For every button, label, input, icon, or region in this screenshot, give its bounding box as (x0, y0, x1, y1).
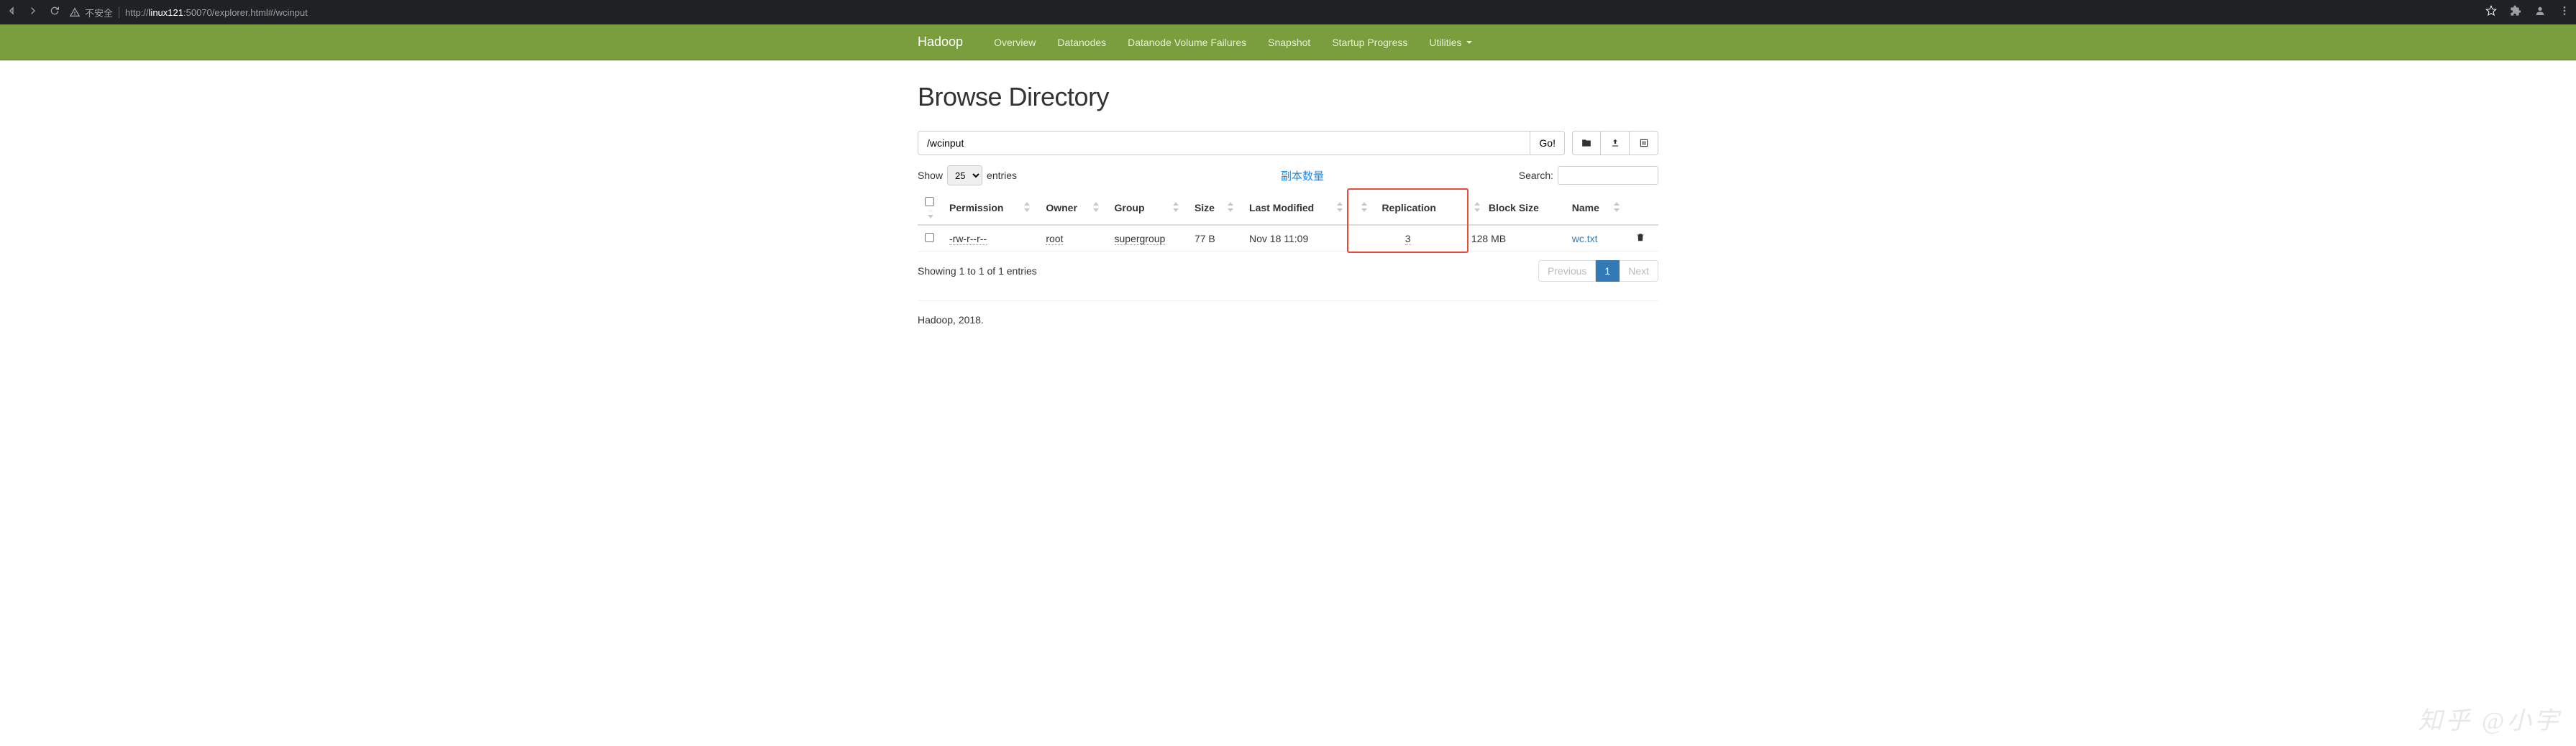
go-button[interactable]: Go! (1530, 131, 1565, 155)
new-folder-button[interactable] (1572, 131, 1601, 155)
cell-group[interactable]: supergroup (1115, 233, 1166, 245)
footer-text: Hadoop, 2018. (918, 314, 1658, 326)
cell-owner[interactable]: root (1046, 233, 1063, 245)
extensions-icon[interactable] (2510, 5, 2521, 20)
warning-icon (69, 6, 81, 18)
path-input[interactable] (918, 131, 1530, 155)
browser-toolbar: 不安全 http://linux121:50070/explorer.html#… (0, 0, 2576, 24)
star-icon[interactable] (2485, 5, 2497, 20)
menu-icon[interactable] (2559, 5, 2570, 20)
nav-overview[interactable]: Overview (983, 37, 1046, 48)
nav-datanodes[interactable]: Datanodes (1046, 37, 1117, 48)
controls-row: Show 25 entries 副本数量 Search: (918, 165, 1658, 185)
path-row: Go! (918, 131, 1658, 155)
nav-utilities[interactable]: Utilities (1418, 37, 1482, 48)
cell-last-modified: Nov 18 11:09 (1242, 225, 1351, 252)
upload-button[interactable] (1601, 131, 1630, 155)
search-label: Search: (1519, 170, 1553, 181)
col-owner[interactable]: Owner (1038, 191, 1107, 225)
cell-block-size: 128 MB (1464, 225, 1565, 252)
prev-button[interactable]: Previous (1538, 260, 1596, 282)
chevron-down-icon (1466, 41, 1472, 44)
security-indicator[interactable]: 不安全 (69, 6, 113, 19)
cut-button[interactable] (1630, 131, 1658, 155)
col-name[interactable]: Name (1565, 191, 1629, 225)
nav-snapshot[interactable]: Snapshot (1257, 37, 1321, 48)
folder-icon (1581, 138, 1591, 148)
forward-icon[interactable] (27, 5, 39, 20)
next-button[interactable]: Next (1620, 260, 1658, 282)
col-size[interactable]: Size (1187, 191, 1242, 225)
cell-size: 77 B (1187, 225, 1242, 252)
select-all-checkbox[interactable] (925, 197, 934, 206)
pagination: Previous 1 Next (1538, 260, 1658, 282)
table-row: -rw-r--r-- root supergroup 77 B Nov 18 1… (918, 225, 1658, 252)
brand[interactable]: Hadoop (918, 34, 963, 50)
search-input[interactable] (1558, 166, 1658, 185)
col-checkbox[interactable] (918, 191, 942, 225)
nav-volume-failures[interactable]: Datanode Volume Failures (1117, 37, 1257, 48)
delete-button[interactable] (1635, 234, 1645, 245)
annotation-replication: 副本数量 (1281, 168, 1324, 183)
table-info: Showing 1 to 1 of 1 entries (918, 265, 1037, 277)
back-icon[interactable] (6, 5, 17, 20)
row-checkbox[interactable] (925, 233, 934, 242)
list-icon (1639, 138, 1649, 148)
cell-permission[interactable]: -rw-r--r-- (949, 233, 987, 245)
col-actions (1628, 191, 1658, 225)
col-group[interactable]: Group (1107, 191, 1187, 225)
cell-name-link[interactable]: wc.txt (1572, 233, 1598, 244)
navbar: Hadoop Overview Datanodes Datanode Volum… (0, 24, 2576, 60)
page-size-select[interactable]: 25 (947, 165, 982, 185)
security-label: 不安全 (85, 6, 113, 19)
separator (918, 300, 1658, 301)
show-label: Show (918, 170, 943, 181)
page-title: Browse Directory (918, 82, 1658, 112)
table-footer: Showing 1 to 1 of 1 entries Previous 1 N… (918, 260, 1658, 282)
upload-icon (1610, 138, 1620, 148)
trash-icon (1635, 231, 1645, 243)
profile-icon[interactable] (2534, 5, 2546, 20)
file-table: Permission Owner Group Size Last Modifie… (918, 191, 1658, 252)
col-block-size[interactable]: Block Size (1464, 191, 1565, 225)
nav-startup-progress[interactable]: Startup Progress (1321, 37, 1418, 48)
col-permission[interactable]: Permission (942, 191, 1038, 225)
table-wrap: Permission Owner Group Size Last Modifie… (918, 191, 1658, 252)
url-display[interactable]: http://linux121:50070/explorer.html#/wci… (125, 7, 308, 18)
col-last-modified[interactable]: Last Modified (1242, 191, 1351, 225)
reload-icon[interactable] (49, 5, 60, 20)
entries-label: entries (987, 170, 1017, 181)
col-replication[interactable]: Replication (1351, 191, 1463, 225)
page-1-button[interactable]: 1 (1596, 260, 1620, 282)
watermark: 知乎 @小宇 (2418, 701, 2562, 736)
cell-replication[interactable]: 3 (1405, 233, 1411, 245)
toolbar-buttons (1572, 131, 1658, 155)
